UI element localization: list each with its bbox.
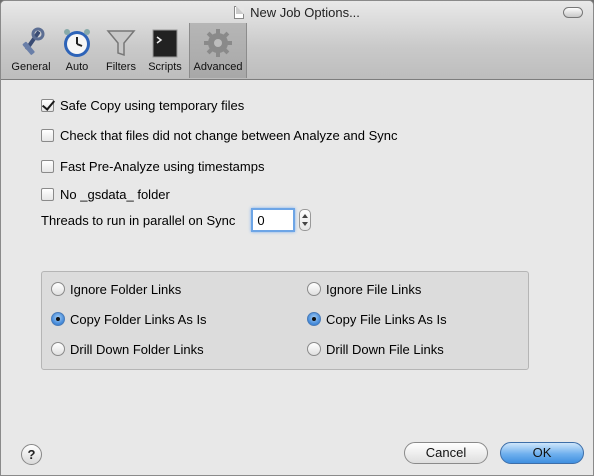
no-gsdata-label: No _gsdata_ folder: [60, 186, 170, 202]
tab-filters-label: Filters: [106, 61, 136, 73]
tab-auto[interactable]: Auto: [59, 23, 95, 78]
clock-icon: [64, 29, 90, 57]
ignore-file-links-option[interactable]: Ignore File Links: [307, 280, 421, 298]
no-gsdata-option[interactable]: No _gsdata_ folder: [41, 185, 170, 203]
tab-auto-label: Auto: [65, 61, 89, 73]
check-files-label: Check that files did not change between …: [60, 127, 398, 143]
fast-preanalyze-checkbox[interactable]: [41, 159, 54, 173]
copy-folder-links-radio[interactable]: [51, 312, 65, 326]
fast-preanalyze-option[interactable]: Fast Pre-Analyze using timestamps: [41, 157, 264, 175]
window-title: New Job Options...: [250, 5, 360, 20]
stepper-up-icon[interactable]: [302, 214, 309, 218]
links-group: Ignore Folder Links Copy Folder Links As…: [41, 271, 529, 370]
ignore-file-links-radio[interactable]: [307, 282, 321, 296]
threads-field[interactable]: [251, 208, 296, 232]
drill-folder-links-radio[interactable]: [51, 342, 65, 356]
gear-icon: [204, 29, 232, 57]
document-icon: [234, 6, 245, 19]
threads-label: Threads to run in parallel on Sync: [41, 212, 236, 228]
safe-copy-option[interactable]: Safe Copy using temporary files: [41, 96, 244, 114]
safe-copy-label: Safe Copy using temporary files: [60, 97, 245, 113]
advanced-panel: Safe Copy using temporary files Check th…: [1, 81, 593, 475]
cancel-button[interactable]: Cancel: [404, 442, 488, 464]
tab-advanced-label: Advanced: [193, 61, 243, 73]
threads-stepper[interactable]: [299, 209, 312, 231]
copy-file-links-radio[interactable]: [307, 312, 321, 326]
drill-file-links-radio[interactable]: [307, 342, 321, 356]
drill-file-links-option[interactable]: Drill Down File Links: [307, 340, 444, 358]
help-button[interactable]: ?: [21, 444, 42, 465]
safe-copy-checkbox[interactable]: [41, 98, 54, 112]
drill-folder-links-label: Drill Down Folder Links: [70, 341, 204, 357]
ok-button[interactable]: OK: [500, 442, 584, 464]
ignore-folder-links-option[interactable]: Ignore Folder Links: [51, 280, 181, 298]
title-bar: New Job Options...: [1, 5, 593, 23]
threads-row: Threads to run in parallel on Sync: [41, 208, 312, 232]
toolbar: New Job Options... General Auto Filters …: [1, 1, 593, 80]
fast-preanalyze-label: Fast Pre-Analyze using timestamps: [60, 158, 265, 174]
job-options-window: New Job Options... General Auto Filters …: [0, 0, 594, 476]
tab-general[interactable]: General: [7, 23, 55, 78]
check-files-option[interactable]: Check that files did not change between …: [41, 126, 398, 144]
wrench-screwdriver-icon: [22, 27, 45, 55]
drill-file-links-label: Drill Down File Links: [326, 341, 444, 357]
funnel-icon: [106, 30, 136, 57]
stepper-down-icon[interactable]: [302, 222, 309, 226]
terminal-icon: [152, 29, 178, 58]
tab-scripts[interactable]: Scripts: [145, 23, 185, 78]
toolbar-toggle-button[interactable]: [563, 7, 583, 18]
copy-file-links-option[interactable]: Copy File Links As Is: [307, 310, 447, 328]
tab-general-label: General: [11, 61, 51, 73]
copy-file-links-label: Copy File Links As Is: [326, 311, 447, 327]
copy-folder-links-label: Copy Folder Links As Is: [70, 311, 207, 327]
copy-folder-links-option[interactable]: Copy Folder Links As Is: [51, 310, 207, 328]
tab-advanced[interactable]: Advanced: [189, 23, 247, 78]
no-gsdata-checkbox[interactable]: [41, 187, 54, 201]
tab-scripts-label: Scripts: [148, 61, 182, 73]
drill-folder-links-option[interactable]: Drill Down Folder Links: [51, 340, 204, 358]
tab-filters[interactable]: Filters: [101, 23, 141, 78]
ignore-folder-links-radio[interactable]: [51, 282, 65, 296]
check-files-checkbox[interactable]: [41, 128, 54, 142]
ignore-folder-links-label: Ignore Folder Links: [70, 281, 182, 297]
ignore-file-links-label: Ignore File Links: [326, 281, 422, 297]
